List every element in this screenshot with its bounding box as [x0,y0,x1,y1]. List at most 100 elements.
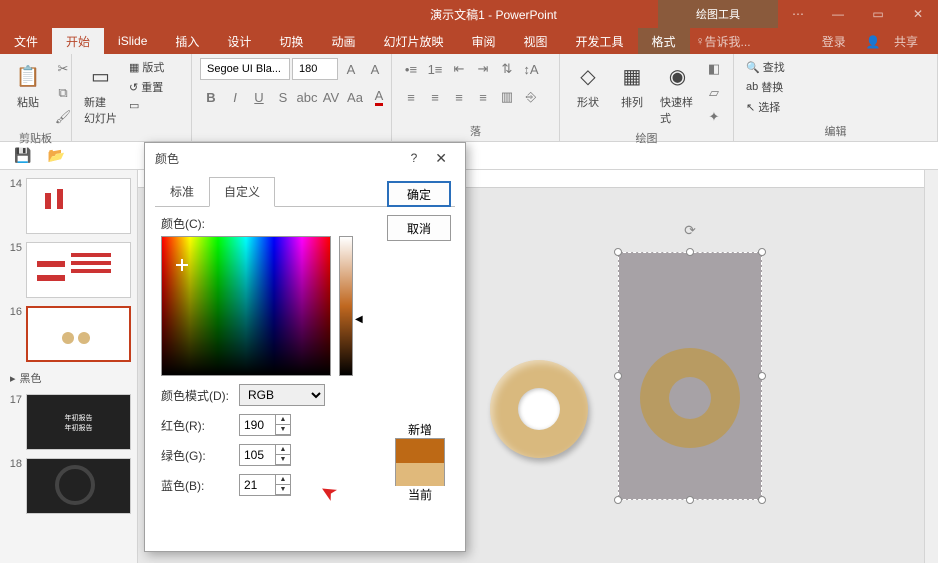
reset-button[interactable]: ↺ 重置 [125,78,168,96]
tab-developer[interactable]: 开发工具 [562,28,638,54]
tab-home[interactable]: 开始 [52,28,104,54]
spin-up-icon[interactable]: ▲ [276,475,290,485]
ok-button[interactable]: 确定 [387,181,451,207]
increase-font-icon[interactable]: A [340,58,362,80]
tab-custom-colors[interactable]: 自定义 [209,177,275,207]
spin-down-icon[interactable]: ▼ [276,425,290,435]
select-button[interactable]: ↖ 选择 [742,98,789,116]
smartart-icon[interactable]: ⎆ [520,86,542,108]
resize-handle[interactable] [758,496,766,504]
replace-button[interactable]: ab 替换 [742,78,789,96]
rotation-handle-icon[interactable]: ⟳ [682,222,698,238]
columns-icon[interactable]: ▥ [496,86,518,108]
shapes-button[interactable]: ◇形状 [568,58,608,112]
spin-down-icon[interactable]: ▼ [276,485,290,495]
align-center-icon[interactable]: ≡ [424,86,446,108]
ribbon-options-icon[interactable]: ⋯ [778,0,818,28]
arrange-button[interactable]: ▦排列 [612,58,652,112]
new-slide-button[interactable]: ▭ 新建 幻灯片 [80,58,121,128]
dialog-close-button[interactable]: ✕ [427,150,455,167]
color-spectrum-picker[interactable] [161,236,331,376]
italic-icon[interactable]: I [224,86,246,108]
spacing-icon[interactable]: AV [320,86,342,108]
tell-me-input[interactable]: ♀ 告诉我... [690,33,757,50]
paste-button[interactable]: 📋 粘贴 [8,58,48,112]
tab-standard-colors[interactable]: 标准 [155,177,209,206]
shape-fill-icon[interactable]: ◧ [703,58,725,80]
spin-down-icon[interactable]: ▼ [276,455,290,465]
format-painter-icon[interactable]: 🖌 [52,106,74,128]
indent-inc-icon[interactable]: ⇥ [472,58,494,80]
align-justify-icon[interactable]: ≡ [472,86,494,108]
vertical-scrollbar[interactable] [924,170,938,563]
underline-icon[interactable]: U [248,86,270,108]
resize-handle[interactable] [614,496,622,504]
dialog-help-button[interactable]: ? [401,151,428,165]
thumb-slide-17[interactable]: 年初报告年初报告 [26,394,131,450]
find-button[interactable]: 🔍 查找 [742,58,789,76]
quick-styles-button[interactable]: ◉快速样式 [656,58,699,128]
open-icon[interactable]: 📂 [47,147,64,164]
minimize-button[interactable]: — [818,0,858,28]
close-button[interactable]: ✕ [898,0,938,28]
tab-format[interactable]: 格式 [638,28,690,54]
case-icon[interactable]: Aa [344,86,366,108]
section-button[interactable]: ▭ [125,98,168,113]
numbering-icon[interactable]: 1≡ [424,58,446,80]
tab-design[interactable]: 设计 [213,28,265,54]
font-size-combo[interactable]: 180 [292,58,338,80]
section-label[interactable]: ▸ 黑色 [0,366,137,390]
tab-insert[interactable]: 插入 [161,28,213,54]
donut-shape-left[interactable] [490,360,588,458]
tab-file[interactable]: 文件 [0,28,52,54]
layout-button[interactable]: ▦ 版式 [125,58,168,76]
tab-animation[interactable]: 动画 [317,28,369,54]
share-button[interactable]: 👤 共享 [856,33,938,50]
luminance-slider[interactable] [339,236,353,376]
tab-islide[interactable]: iSlide [104,28,161,54]
blue-label: 蓝色(B): [161,477,233,494]
shape-effects-icon[interactable]: ✦ [703,106,725,128]
bullets-icon[interactable]: •≡ [400,58,422,80]
donut-shape-selected[interactable] [640,348,740,448]
thumb-slide-18[interactable] [26,458,131,514]
tab-slideshow[interactable]: 幻灯片放映 [369,28,457,54]
text-direction-icon[interactable]: ↕A [520,58,542,80]
login-link[interactable]: 登录 [812,33,856,50]
resize-handle[interactable] [758,372,766,380]
resize-handle[interactable] [686,496,694,504]
font-color-icon[interactable]: A [368,86,390,108]
align-right-icon[interactable]: ≡ [448,86,470,108]
strike-icon[interactable]: S [272,86,294,108]
restore-button[interactable]: ▭ [858,0,898,28]
shape-outline-icon[interactable]: ▱ [703,82,725,104]
thumb-slide-15[interactable] [26,242,131,298]
resize-handle[interactable] [614,248,622,256]
thumb-slide-16[interactable] [26,306,131,362]
spin-up-icon[interactable]: ▲ [276,445,290,455]
cancel-button[interactable]: 取消 [387,215,451,241]
save-icon[interactable]: 💾 [14,147,31,164]
bold-icon[interactable]: B [200,86,222,108]
shadow-icon[interactable]: abc [296,86,318,108]
arrange-icon: ▦ [616,60,648,92]
red-input[interactable] [239,414,275,436]
tab-review[interactable]: 审阅 [457,28,509,54]
cut-icon[interactable]: ✂ [52,58,74,80]
resize-handle[interactable] [758,248,766,256]
spin-up-icon[interactable]: ▲ [276,415,290,425]
color-mode-select[interactable]: RGB [239,384,325,406]
blue-input[interactable] [239,474,275,496]
thumb-slide-14[interactable] [26,178,131,234]
copy-icon[interactable]: ⧉ [52,82,74,104]
tab-transition[interactable]: 切换 [265,28,317,54]
decrease-font-icon[interactable]: A [364,58,386,80]
resize-handle[interactable] [614,372,622,380]
line-spacing-icon[interactable]: ⇅ [496,58,518,80]
font-name-combo[interactable]: Segoe UI Bla... [200,58,290,80]
align-left-icon[interactable]: ≡ [400,86,422,108]
tab-view[interactable]: 视图 [509,28,561,54]
resize-handle[interactable] [686,248,694,256]
indent-dec-icon[interactable]: ⇤ [448,58,470,80]
green-input[interactable] [239,444,275,466]
